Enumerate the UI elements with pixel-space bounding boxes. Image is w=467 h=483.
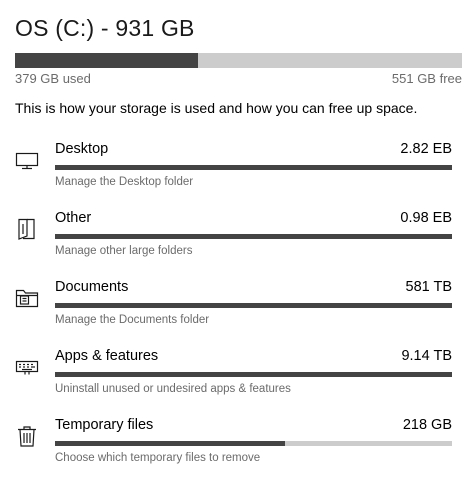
category-size: 581 TB [405, 279, 453, 295]
category-size: 218 GB [402, 417, 452, 433]
category-usage-bar [55, 372, 452, 377]
category-documents[interactable]: Documents 581 TB Manage the Documents fo… [0, 279, 467, 339]
drive-usage-bar-fill [15, 53, 199, 68]
category-apps-features[interactable]: Apps & features 9.14 TB Uninstall unused… [0, 348, 467, 408]
used-space-label: 379 GB used [15, 71, 91, 86]
documents-folder-icon [14, 285, 40, 311]
category-description: Manage the Desktop folder [55, 176, 194, 188]
category-desktop[interactable]: Desktop 2.82 EB Manage the Desktop folde… [0, 141, 467, 201]
category-size: 0.98 EB [400, 210, 452, 226]
keyboard-icon [14, 354, 40, 380]
category-usage-bar [55, 441, 452, 446]
category-description: Uninstall unused or undesired apps & fea… [55, 383, 291, 395]
drive-usage-bar [15, 53, 462, 68]
category-name: Other [55, 210, 92, 226]
category-temporary-files[interactable]: Temporary files 218 GB Choose which temp… [0, 417, 467, 477]
category-description: Choose which temporary files to remove [55, 452, 261, 464]
trash-icon [14, 423, 40, 449]
free-space-label: 551 GB free [391, 71, 462, 86]
category-size: 2.82 EB [400, 141, 452, 157]
drive-title: OS (C:) - 931 GB [15, 15, 195, 41]
category-usage-bar-fill [55, 165, 452, 170]
category-usage-bar-fill [55, 372, 452, 377]
category-name: Desktop [55, 141, 109, 157]
category-size: 9.14 TB [401, 348, 452, 364]
category-usage-bar [55, 234, 452, 239]
category-description: Manage other large folders [55, 245, 193, 257]
category-description: Manage the Documents folder [55, 314, 210, 326]
category-other[interactable]: Other 0.98 EB Manage other large folders [0, 210, 467, 270]
category-usage-bar-fill [55, 441, 286, 446]
monitor-icon [14, 147, 40, 173]
category-name: Documents [55, 279, 129, 295]
folder-sheet-icon [14, 216, 40, 242]
storage-description: This is how your storage is used and how… [15, 100, 418, 116]
category-usage-bar-fill [55, 303, 452, 308]
category-usage-bar [55, 303, 452, 308]
category-usage-bar [55, 165, 452, 170]
category-usage-bar-fill [55, 234, 452, 239]
category-name: Apps & features [55, 348, 159, 364]
category-name: Temporary files [55, 417, 154, 433]
